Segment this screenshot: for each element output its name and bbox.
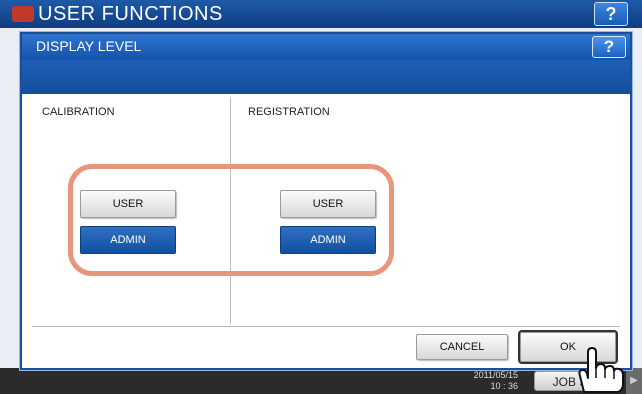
app-title-bar: USER FUNCTIONS ?	[0, 0, 642, 28]
time-text: 10 : 36	[490, 381, 518, 391]
dialog-title: DISPLAY LEVEL	[22, 34, 630, 60]
datetime-display: 2011/05/15 10 : 36	[466, 370, 518, 392]
cancel-button[interactable]: CANCEL	[416, 334, 508, 360]
callout-highlight	[68, 164, 394, 276]
footer-divider	[32, 326, 620, 327]
status-bar: 2011/05/15 10 : 36 JOB S	[0, 368, 642, 394]
app-title: USER FUNCTIONS	[38, 3, 223, 25]
registration-label: REGISTRATION	[248, 106, 330, 118]
app-help-button[interactable]: ?	[594, 2, 628, 26]
display-level-dialog: DISPLAY LEVEL ? CALIBRATION REGISTRATION…	[20, 32, 632, 370]
hand-pointer-icon	[578, 347, 624, 393]
dialog-header-band	[22, 60, 630, 94]
date-text: 2011/05/15	[473, 370, 518, 380]
calibration-label: CALIBRATION	[42, 106, 115, 118]
dialog-help-button[interactable]: ?	[592, 36, 626, 58]
printer-logo-icon	[12, 6, 34, 22]
